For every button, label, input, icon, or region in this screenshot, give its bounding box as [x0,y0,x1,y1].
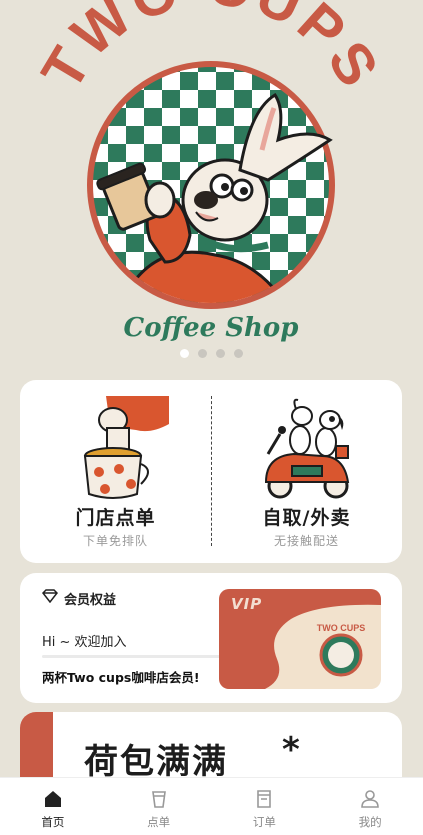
tab-profile-label: 我的 [358,815,382,829]
carousel-dot[interactable] [234,349,243,358]
order-options-card: 门店点单 下单免排队 自取/外卖 无接触配送 [20,380,402,563]
dine-in-title: 门店点单 [75,507,156,529]
wallet-star-mark: * [282,730,300,770]
wallet-title: 荷包满满 [84,742,228,782]
dine-in-subtitle: 下单免排队 [82,534,148,548]
carousel-dot[interactable] [198,349,207,358]
scooter-dogs-icon [264,398,349,499]
carousel-dot[interactable] [180,349,189,358]
tab-profile[interactable]: 我的 [317,778,423,835]
member-benefits-card[interactable]: 会员权益 Hi ~ 欢迎加入 两杯Two cups咖啡店会员! TWO CUPS… [20,573,402,703]
carousel-dot[interactable] [216,349,225,358]
vip-label: VIP [231,595,263,613]
tab-orders[interactable]: 订单 [212,778,318,835]
vip-card[interactable]: TWO CUPS VIP [219,589,381,689]
dine-in-order-button[interactable]: 门店点单 下单免排队 [20,380,211,563]
cup-with-hand-icon [83,396,169,499]
tab-orders-label: 订单 [252,815,276,829]
delivery-subtitle: 无接触配送 [273,534,339,548]
welcome-text: Hi ~ 欢迎加入 [42,635,127,650]
tab-home-label: 首页 [41,815,65,829]
tab-home[interactable]: 首页 [0,778,106,835]
home-icon [44,791,61,807]
member-benefits-label: 会员权益 [64,593,117,608]
bottom-tab-bar: 首页 点单 订单 我的 [0,777,423,835]
receipt-icon [257,790,272,808]
carousel-indicator [0,349,423,358]
tab-order[interactable]: 点单 [106,778,212,835]
vip-brand-text: TWO CUPS [317,623,366,633]
member-description: 两杯Two cups咖啡店会员! [42,670,200,685]
user-icon [361,790,379,808]
delivery-title: 自取/外卖 [262,507,351,529]
tab-order-label: 点单 [147,815,171,829]
welcome-divider [42,655,222,658]
cup-icon [151,791,166,808]
hero-banner[interactable]: TWO CUPS Coffee Sho [0,0,423,365]
two-cups-logo-illustration: TWO CUPS Coffee Sho [29,0,389,343]
pickup-delivery-button[interactable]: 自取/外卖 无接触配送 [211,380,402,563]
brand-bottom-text: Coffee Shop [124,313,299,343]
diamond-icon [42,589,58,603]
